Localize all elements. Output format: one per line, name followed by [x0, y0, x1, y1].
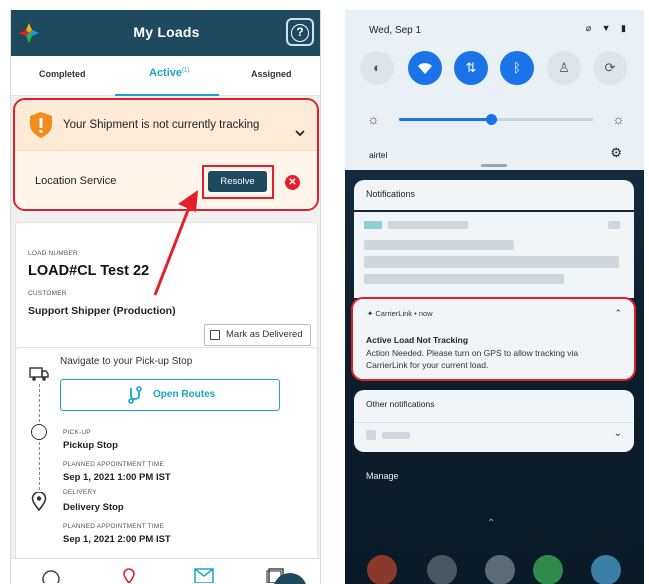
route-connector	[39, 384, 40, 422]
warning-shield-icon	[30, 112, 52, 138]
carrier-name: airtel	[369, 150, 388, 160]
wifi-icon[interactable]	[408, 51, 442, 85]
help-button[interactable]: ?	[286, 18, 314, 46]
dock-app-icon[interactable]	[485, 555, 515, 584]
notification-app-label: CarrierLink • now	[375, 309, 433, 318]
brightness-track-filled	[399, 118, 491, 121]
chevron-down-icon[interactable]: ⌄	[614, 428, 622, 439]
resolve-button[interactable]: Resolve	[208, 171, 267, 192]
brightness-slider[interactable]: ☼ ☼	[367, 110, 625, 130]
pickup-stop-title: Pickup Stop	[63, 440, 118, 451]
annotation-arrow	[153, 190, 198, 296]
brightness-low-icon: ☼	[367, 111, 380, 127]
tab-assigned[interactable]: Assigned	[251, 69, 292, 79]
other-notifications-card[interactable]: Other notifications ⌄	[354, 390, 634, 452]
open-routes-label: Open Routes	[153, 389, 216, 400]
blurred-text	[388, 221, 468, 229]
load-number: LOAD#CL Test 22	[28, 263, 150, 279]
blurred-text	[364, 256, 619, 268]
data-saver-icon[interactable]: ◐	[360, 51, 394, 85]
open-routes-button[interactable]: Open Routes	[60, 379, 280, 411]
tab-active-badge: (1)	[182, 67, 190, 74]
tab-active-label: Active	[149, 67, 183, 79]
mobile-data-icon[interactable]: ⇅	[454, 51, 488, 85]
dock-app-icon[interactable]	[591, 555, 621, 584]
status-date: Wed, Sep 1	[369, 25, 422, 36]
blurred-text	[364, 274, 564, 284]
notifications-title: Notifications	[366, 189, 416, 199]
carrierlink-notification[interactable]: ✦ CarrierLink • now ⌃ Active Load Not Tr…	[351, 297, 636, 381]
auto-rotate-icon[interactable]: ⟳	[593, 51, 627, 85]
delivery-time: Sep 1, 2021 2:00 PM IST	[63, 534, 171, 545]
alert-message: Your Shipment is not currently tracking	[63, 119, 260, 131]
flashlight-icon[interactable]: ♙	[547, 51, 581, 85]
other-notifications-title: Other notifications	[366, 399, 435, 409]
gear-icon[interactable]: ⚙	[610, 145, 622, 161]
route-card: Navigate to your Pick-up Stop Open Route…	[15, 347, 318, 567]
screenshot-root: My Loads ? Completed Active(1) Assigned …	[0, 0, 649, 584]
location-pin-icon	[31, 492, 47, 511]
pickup-appointment-label: PLANNED APPOINTMENT TIME	[63, 461, 164, 468]
dock-app-icon[interactable]	[427, 555, 457, 584]
manage-button[interactable]: Manage	[366, 471, 399, 481]
question-circle-icon: ?	[291, 24, 309, 42]
map-pin-nav-icon[interactable]	[119, 567, 139, 583]
resolve-highlight: Resolve	[202, 165, 274, 199]
dock-app-icon[interactable]	[533, 555, 563, 584]
load-number-label: LOAD NUMBER	[28, 250, 78, 257]
blurred-app-icon	[364, 221, 382, 229]
navigate-text: Navigate to your Pick-up Stop	[60, 356, 193, 367]
notification-body: Action Needed. Please turn on GPS to all…	[366, 348, 579, 370]
chevron-up-icon: ⌃	[487, 518, 496, 529]
mail-nav-icon[interactable]	[194, 567, 214, 583]
status-icons: ⌀ ▼ ▮	[585, 23, 630, 33]
customer-label: CUSTOMER	[28, 290, 67, 297]
pickup-label: PICK-UP	[63, 429, 91, 436]
brightness-track-empty	[491, 118, 593, 121]
android-notification-shade: Wed, Sep 1 ⌀ ▼ ▮ ◐ ⇅ ᛒ ♙ ⟳ ☼ ☼ airtel ⚙ …	[345, 10, 644, 584]
pickup-circle-icon	[31, 424, 47, 440]
bluetooth-icon[interactable]: ᛒ	[500, 51, 534, 85]
page-title: My Loads	[133, 24, 200, 40]
checkbox-icon	[210, 330, 220, 340]
mark-delivered-label: Mark as Delivered	[226, 329, 303, 340]
home-nav-icon[interactable]	[41, 567, 61, 583]
delivery-appointment-label: PLANNED APPOINTMENT TIME	[63, 523, 164, 530]
notifications-header: Notifications	[354, 180, 634, 210]
pickup-time: Sep 1, 2021 1:00 PM IST	[63, 472, 171, 483]
customer-name: Support Shipper (Production)	[28, 305, 176, 317]
blurred-text	[382, 432, 410, 439]
tab-completed[interactable]: Completed	[39, 69, 86, 79]
notification-app-name: ✦ CarrierLink • now	[367, 309, 433, 318]
active-tab-indicator	[115, 94, 219, 96]
mark-delivered-button[interactable]: Mark as Delivered	[204, 324, 311, 346]
alert-header[interactable]: Your Shipment is not currently tracking	[15, 100, 317, 150]
chevron-down-icon[interactable]	[295, 128, 305, 138]
blurred-notification[interactable]	[354, 212, 634, 298]
truck-icon	[29, 367, 49, 381]
dismiss-icon[interactable]: ✕	[285, 175, 300, 190]
drag-handle[interactable]	[481, 164, 507, 167]
divider	[354, 422, 634, 423]
delivery-stop-title: Delivery Stop	[63, 502, 124, 513]
brightness-knob[interactable]	[486, 114, 497, 125]
bottom-nav	[11, 558, 320, 584]
tab-active[interactable]: Active(1)	[149, 67, 189, 79]
app-header: My Loads ?	[11, 10, 320, 56]
delivery-label: DELIVERY	[63, 489, 97, 496]
dock-app-icon[interactable]	[367, 555, 397, 584]
route-icon	[128, 386, 142, 404]
brightness-auto-icon: ☼	[612, 111, 625, 127]
chevron-up-icon[interactable]: ⌃	[614, 308, 622, 319]
route-connector	[39, 442, 40, 490]
blurred-text	[364, 240, 514, 250]
notification-title: Active Load Not Tracking	[366, 335, 469, 345]
blurred-text	[608, 221, 620, 229]
blurred-app-icon	[366, 430, 376, 440]
location-service-label: Location Service	[35, 175, 117, 187]
load-tabs: Completed Active(1) Assigned	[11, 56, 320, 96]
quick-settings-panel: Wed, Sep 1 ⌀ ▼ ▮ ◐ ⇅ ᛒ ♙ ⟳ ☼ ☼ airtel ⚙	[345, 10, 644, 170]
